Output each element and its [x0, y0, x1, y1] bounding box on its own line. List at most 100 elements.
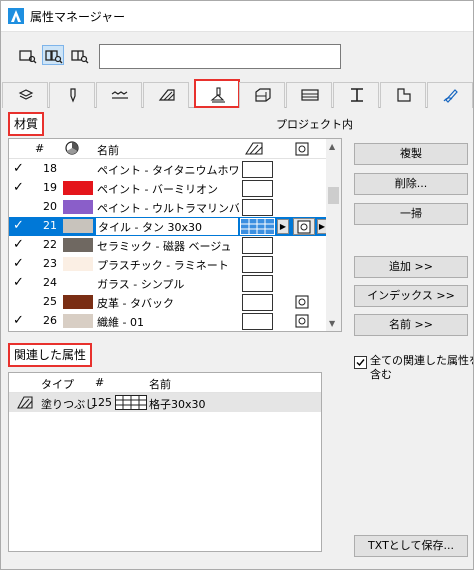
scope-label: プロジェクト内 — [276, 118, 353, 131]
usage-check: ✓ — [13, 218, 24, 233]
name-button[interactable]: 名前 >> — [354, 314, 468, 336]
col-name[interactable]: 名前 — [97, 142, 119, 158]
tab-line-types[interactable] — [96, 82, 142, 108]
texture-column-icon[interactable] — [295, 142, 309, 159]
list-item[interactable]: ✓ 19 ペイント - バーミリオン — [9, 179, 327, 198]
item-number: 23 — [43, 257, 57, 270]
tab-profiles[interactable] — [333, 82, 379, 108]
item-name: ペイント - バーミリオン — [97, 183, 218, 196]
col-name[interactable]: 名前 — [149, 376, 171, 392]
view-list-button[interactable] — [16, 45, 38, 65]
texture-picker[interactable] — [293, 218, 315, 235]
usage-check: ✓ — [13, 180, 24, 195]
col-number[interactable]: # — [95, 376, 104, 389]
item-number: 22 — [43, 238, 57, 251]
usage-check: ✓ — [13, 275, 24, 290]
view-detail-button[interactable] — [68, 45, 90, 65]
hatch-preview — [242, 180, 273, 197]
item-name: ペイント - ウルトラマリンバイ... — [97, 202, 239, 215]
zone-category-icon — [397, 88, 411, 102]
list-item[interactable]: ✓ 18 ペイント - タイタニウムホワイト — [9, 160, 327, 179]
purge-button[interactable]: 一掃 — [354, 203, 468, 225]
hatch-popup-arrow[interactable]: ▶ — [277, 219, 289, 234]
view-split-button[interactable] — [42, 45, 64, 65]
col-type[interactable]: タイプ — [41, 376, 74, 392]
layers-icon — [18, 89, 34, 100]
materials-list[interactable]: # 名前 ✓ 18 ペイント - タイタニウムホワ ✓ 19 ペイント - バー… — [8, 138, 342, 332]
scroll-thumb[interactable] — [328, 187, 339, 204]
related-list-header: タイプ # 名前 — [9, 373, 321, 393]
save-as-txt-button[interactable]: TXTとして保存... — [354, 535, 468, 557]
list-item[interactable]: ✓ 22 セラミック - 磁器 ベージュ — [9, 236, 327, 255]
list-item-selected[interactable]: ✓ 21 タイル - タン 30x30 ▶ ▶ — [9, 217, 327, 236]
related-attributes-list[interactable]: タイプ # 名前 塗りつぶし 125 格子30x30 — [8, 372, 322, 552]
tab-building-materials[interactable] — [239, 82, 285, 108]
list-item[interactable]: 25 皮革 - タバック — [9, 293, 327, 312]
scroll-down-arrow[interactable]: ▼ — [329, 319, 335, 328]
color-swatch — [63, 181, 93, 195]
tab-surfaces[interactable] — [194, 79, 240, 108]
color-swatch — [63, 295, 93, 309]
append-button[interactable]: 追加 >> — [354, 256, 468, 278]
include-all-checkbox[interactable] — [354, 356, 367, 369]
item-name: ペイント - タイタニウムホワイト — [97, 164, 239, 177]
archicad-logo-icon — [8, 8, 24, 24]
hatch-column-icon[interactable] — [244, 141, 263, 158]
usage-check: ✓ — [13, 161, 24, 176]
texture-icon — [295, 295, 309, 309]
duplicate-button[interactable]: 複製 — [354, 143, 468, 165]
composite-icon — [301, 89, 319, 101]
tab-fills[interactable] — [143, 82, 189, 108]
hatch-preview — [242, 294, 273, 311]
surface-paint-icon — [210, 87, 225, 103]
usage-check: ✓ — [13, 256, 24, 271]
color-swatch — [63, 276, 93, 290]
tab-markup-styles[interactable] — [427, 82, 473, 108]
color-swatch — [63, 238, 93, 252]
hatch-preview — [242, 161, 273, 178]
tab-composites[interactable] — [286, 82, 332, 108]
hatch-pattern-preview[interactable] — [240, 218, 275, 235]
col-number[interactable]: # — [35, 142, 44, 155]
list-item[interactable]: 20 ペイント - ウルトラマリンバイ... — [9, 198, 327, 217]
search-input[interactable] — [99, 44, 341, 69]
item-name-editor[interactable]: タイル - タン 30x30 — [95, 217, 239, 236]
color-swatch — [63, 162, 93, 176]
item-number: 19 — [43, 181, 57, 194]
color-swatch — [63, 257, 93, 271]
item-name: ガラス - シンプル — [97, 278, 185, 291]
item-number: 125 — [91, 396, 112, 409]
include-all-label: 全ての関連した属性を含む — [370, 354, 474, 381]
split-view-icon — [45, 50, 63, 64]
list-item[interactable]: ✓ 26 織維 - 01 — [9, 312, 327, 331]
item-name: 皮革 - タバック — [97, 297, 174, 310]
tab-zone-categories[interactable] — [380, 82, 426, 108]
attribute-tab-bar — [2, 79, 473, 108]
tab-layers[interactable] — [2, 82, 48, 108]
index-button[interactable]: インデックス >> — [354, 285, 468, 307]
item-number: 25 — [43, 295, 57, 308]
color-column-icon[interactable] — [65, 141, 79, 158]
attribute-type: 塗りつぶし — [41, 398, 97, 411]
delete-button[interactable]: 削除... — [354, 173, 468, 195]
list-item[interactable]: 塗りつぶし 125 格子30x30 — [9, 393, 321, 413]
hatch-preview — [242, 199, 273, 216]
list-view-icon — [19, 50, 37, 64]
related-section-label: 関連した属性 — [8, 343, 93, 367]
list-item[interactable]: ✓ 23 プラスチック - ラミネート — [9, 255, 327, 274]
materials-section-label: 材質 — [8, 112, 45, 136]
scroll-up-arrow[interactable]: ▲ — [329, 142, 335, 151]
line-type-icon — [111, 91, 128, 99]
tab-pens[interactable] — [49, 82, 95, 108]
color-swatch — [63, 314, 93, 328]
color-swatch — [63, 200, 93, 214]
grid-pattern-icon — [115, 395, 147, 413]
list-item[interactable]: ✓ 24 ガラス - シンプル — [9, 274, 327, 293]
usage-check: ✓ — [13, 313, 24, 328]
item-number: 20 — [43, 200, 57, 213]
hatch-preview — [242, 237, 273, 254]
markup-pen-icon — [443, 89, 458, 103]
fill-type-icon — [17, 395, 33, 412]
item-name: プラスチック - ラミネート — [97, 259, 229, 272]
materials-scrollbar[interactable]: ▲ ▼ — [326, 139, 341, 331]
